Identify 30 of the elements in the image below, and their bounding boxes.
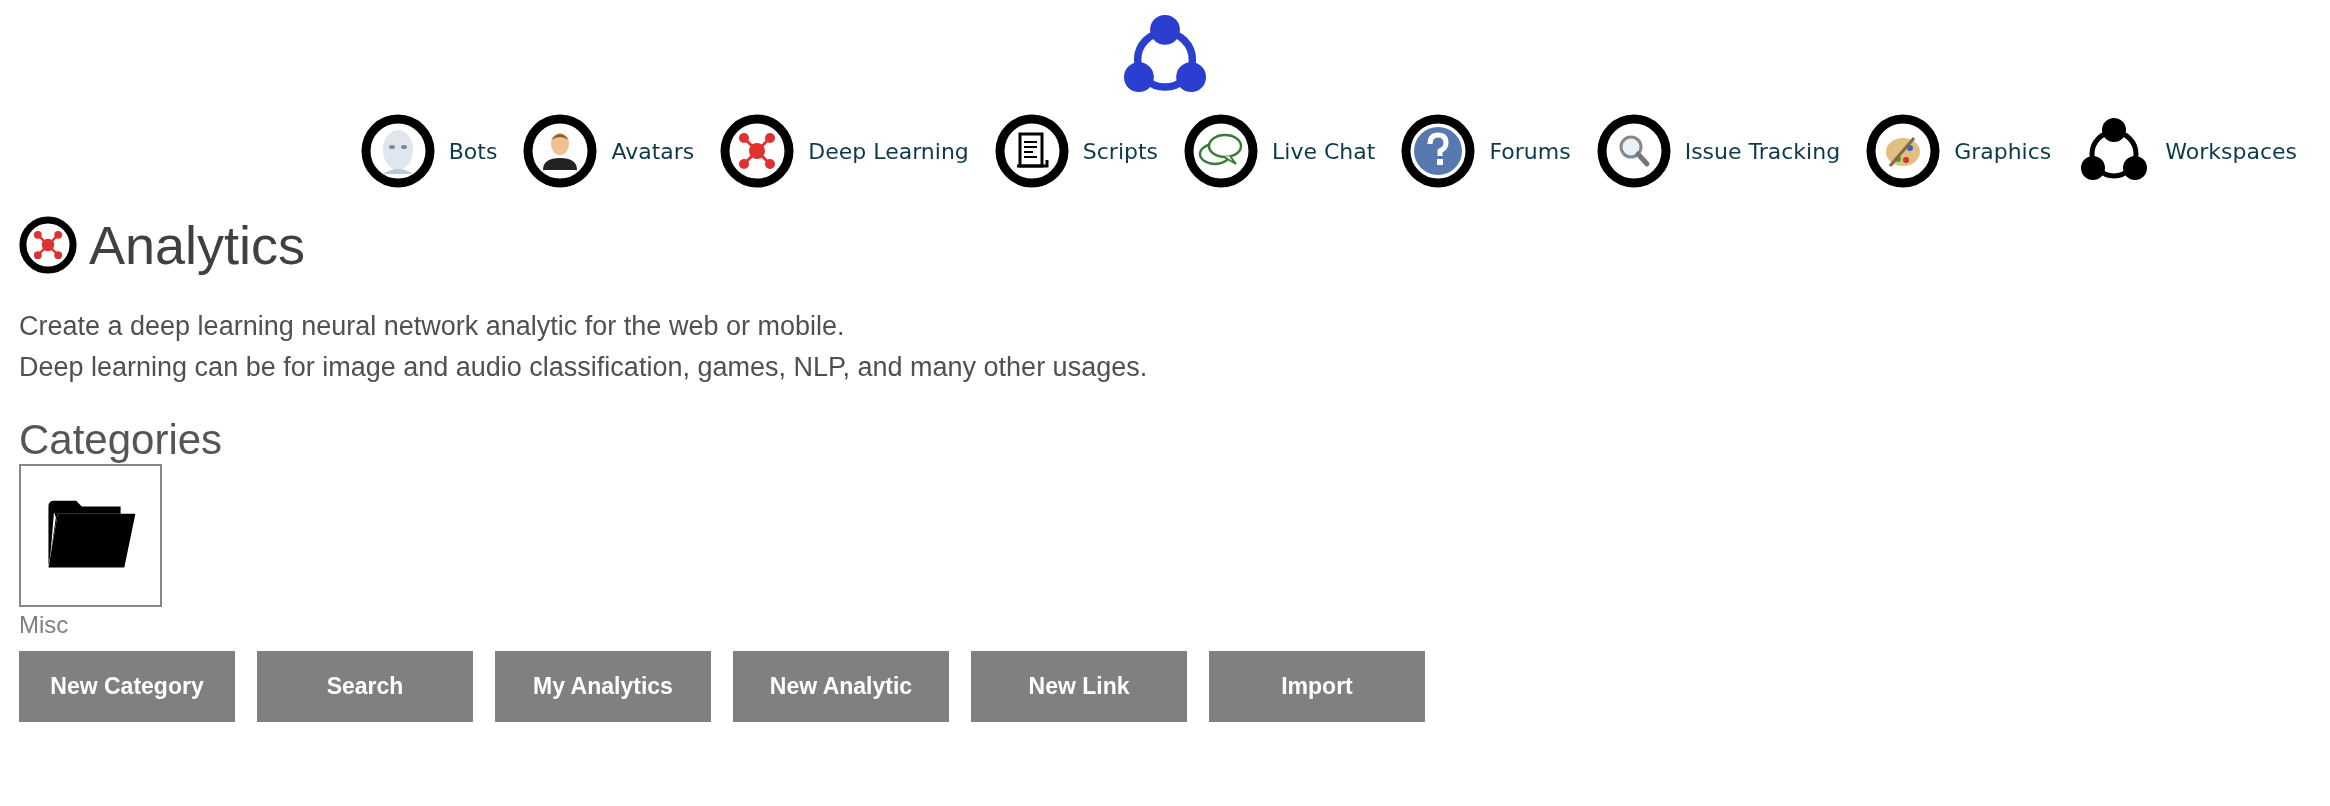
paint-palette-icon [1866, 114, 1941, 188]
action-button[interactable]: New Category [19, 651, 235, 722]
action-button[interactable]: New Analytic [733, 651, 949, 722]
robot-head-icon [360, 114, 435, 188]
speech-bubbles-icon [1184, 114, 1259, 188]
scroll-icon [994, 114, 1069, 188]
page-title: Analytics [89, 214, 306, 276]
category-label: Misc [19, 611, 70, 639]
nav-link[interactable]: Graphics [1866, 114, 2052, 188]
category-tile[interactable] [19, 464, 162, 607]
action-button[interactable]: Import [1209, 651, 1425, 722]
description-text: Create a deep learning neural network analytic for the web or mobile. [19, 310, 845, 343]
action-button[interactable]: Search [257, 651, 473, 722]
nav-link[interactable]: Bots [360, 114, 498, 188]
nav-link[interactable]: Forums [1401, 114, 1571, 188]
person-icon [523, 114, 598, 188]
magnifier-icon [1596, 114, 1671, 188]
network-nodes-icon [720, 114, 795, 188]
action-button[interactable]: New Link [971, 651, 1187, 722]
nav-link[interactable]: Avatars [523, 114, 695, 188]
network-nodes-icon [19, 216, 77, 274]
nav-link[interactable]: Live Chat [1184, 114, 1376, 188]
nav-link[interactable]: Issue Tracking [1596, 114, 1841, 188]
section-heading: Categories [19, 416, 223, 464]
question-mark-icon [1401, 114, 1476, 188]
action-button[interactable]: My Analytics [495, 651, 711, 722]
nav-link[interactable]: Scripts [994, 114, 1159, 188]
nav-link[interactable]: Workspaces [2077, 114, 2297, 188]
nav-link[interactable]: Deep Learning [720, 114, 969, 188]
description-text: Deep learning can be for image and audio classification, games, NLP, and many other usages. [19, 351, 1148, 384]
